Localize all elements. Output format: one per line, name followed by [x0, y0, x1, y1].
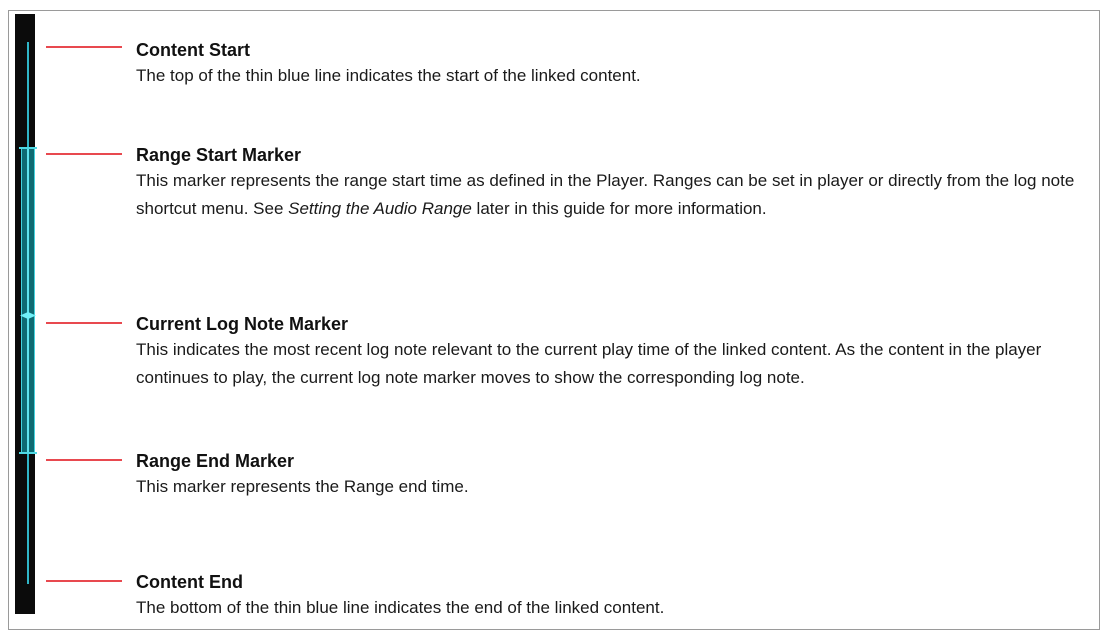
range-start-title: Range Start Marker: [136, 145, 302, 165]
current-log-note-description: This indicates the most recent log note …: [136, 340, 1042, 387]
content-end-pointer: [46, 580, 122, 582]
range-end-entry: Range End Marker This marker represents …: [136, 449, 1096, 501]
range-start-pointer: [46, 153, 122, 155]
current-log-note-entry: Current Log Note Marker This indicates t…: [136, 312, 1096, 392]
range-band-line: [27, 147, 29, 454]
content-end-entry: Content End The bottom of the thin blue …: [136, 570, 1096, 622]
content-start-description: The top of the thin blue line indicates …: [136, 66, 641, 85]
current-log-note-title: Current Log Note Marker: [136, 314, 349, 334]
content-start-pointer: [46, 46, 122, 48]
current-log-note-pointer: [46, 322, 122, 324]
range-band: [21, 147, 35, 454]
content-end-title: Content End: [136, 572, 243, 592]
range-end-marker: [19, 452, 37, 454]
content-end-description: The bottom of the thin blue line indicat…: [136, 598, 665, 617]
range-end-description: This marker represents the Range end tim…: [136, 477, 469, 496]
range-end-title: Range End Marker: [136, 451, 295, 471]
setting-audio-range-reference: Setting the Audio Range: [288, 199, 472, 218]
range-start-description-text-end: later in this guide for more information…: [471, 199, 767, 218]
content-start-entry: Content Start The top of the thin blue l…: [136, 38, 1096, 90]
range-start-description: This marker represents the range start t…: [136, 167, 1096, 223]
range-start-marker: [19, 147, 37, 149]
range-end-pointer: [46, 459, 122, 461]
range-start-entry: Range Start Marker This marker represent…: [136, 143, 1096, 223]
content-start-title: Content Start: [136, 40, 250, 60]
